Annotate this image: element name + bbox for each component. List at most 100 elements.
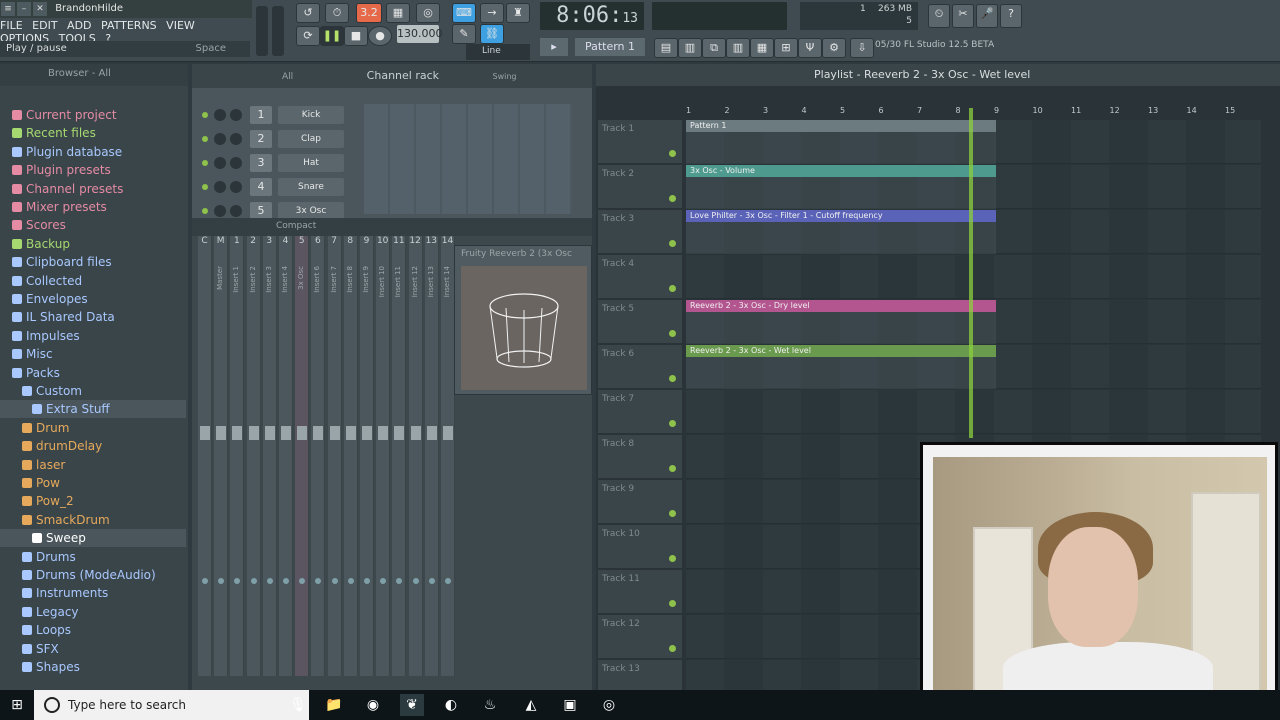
fader-handle[interactable] [232, 426, 243, 440]
browser-item[interactable]: Loops [0, 621, 186, 639]
track-header[interactable]: Track 1 [598, 120, 682, 164]
mixer-strip[interactable]: 7 Insert 7 [327, 236, 342, 676]
send-knob[interactable] [315, 578, 322, 584]
playlist-clip[interactable]: 3x Osc - Volume [686, 165, 996, 209]
browser-item[interactable]: Shapes [0, 658, 186, 676]
track-header[interactable]: Track 12 [598, 615, 682, 659]
track-mute-led[interactable] [669, 285, 676, 292]
send-knob[interactable] [234, 578, 241, 584]
channel-rack-icon[interactable]: ▦ [750, 38, 774, 58]
master-volume-slider[interactable] [256, 6, 268, 56]
volume-knob[interactable] [230, 205, 242, 217]
fader-handle[interactable] [200, 426, 210, 440]
browser-item[interactable]: Recent files [0, 124, 186, 142]
menu-patterns[interactable]: PATTERNS [101, 19, 157, 32]
mixer-strip[interactable]: 1 Insert 1 [230, 236, 245, 676]
song-mode-badge[interactable]: 3.2 [356, 3, 382, 23]
playlist-clip[interactable]: Pattern 1 [686, 120, 996, 164]
news-panel[interactable]: 05/30 FL Studio 12.5 BETA [875, 40, 1005, 56]
file-explorer-icon[interactable]: 📁 [322, 694, 346, 716]
close-icon[interactable]: ✕ [33, 2, 47, 16]
tempo-display[interactable]: 130.000 [397, 25, 443, 43]
song-time-display[interactable]: 8:06:13 [540, 2, 644, 30]
step-sequencer-grid[interactable] [364, 104, 572, 214]
minimize-icon[interactable]: – [17, 2, 31, 16]
download-icon[interactable]: ⇩ [850, 38, 874, 58]
browser-item[interactable]: Misc [0, 345, 186, 363]
loop-record-icon[interactable]: ◎ [416, 3, 440, 23]
channel-number[interactable]: 4 [250, 178, 272, 196]
track-header[interactable]: Track 2 [598, 165, 682, 209]
mixer-strip[interactable]: 8 Insert 8 [343, 236, 358, 676]
track-mute-led[interactable] [669, 240, 676, 247]
browser-item[interactable]: SmackDrum [0, 511, 186, 529]
channel-number[interactable]: 2 [250, 130, 272, 148]
channel-number[interactable]: 3 [250, 154, 272, 172]
menu-view[interactable]: VIEW [166, 19, 195, 32]
fader-handle[interactable] [216, 426, 227, 440]
volume-knob[interactable] [230, 157, 242, 169]
wait-input-icon[interactable]: ♜ [506, 3, 530, 23]
track-header[interactable]: Track 3 [598, 210, 682, 254]
app-icon-8[interactable]: ▣ [558, 694, 582, 716]
reeverb-plugin-window[interactable]: Fruity Reeverb 2 (3x Osc [454, 245, 592, 395]
microphone-icon[interactable]: 🎙 [286, 694, 310, 716]
obs-icon[interactable]: ◎ [597, 694, 621, 716]
channel-row[interactable]: 1 Kick [202, 106, 372, 126]
send-knob[interactable] [428, 578, 435, 584]
browser-item[interactable]: Plugin database [0, 143, 186, 161]
send-knob[interactable] [299, 578, 306, 584]
browser-item[interactable]: Mixer presets [0, 198, 186, 216]
link-icon[interactable]: ⛓ [480, 24, 504, 44]
send-knob[interactable] [396, 578, 403, 584]
playhead[interactable] [969, 108, 973, 438]
browser-item[interactable]: drumDelay [0, 437, 186, 455]
channel-active-led[interactable] [202, 160, 208, 166]
send-knob[interactable] [250, 578, 257, 584]
mixer-strip[interactable]: C [198, 236, 212, 676]
menu-file[interactable]: FILE [0, 19, 23, 32]
pattern-selector[interactable]: Pattern 1 [575, 38, 645, 56]
track-mute-led[interactable] [669, 420, 676, 427]
browser-item[interactable]: Drums (ModeAudio) [0, 566, 186, 584]
channel-number[interactable]: 1 [250, 106, 272, 124]
browser-item[interactable]: Packs [0, 364, 186, 382]
snap-selector[interactable]: Line [466, 44, 530, 60]
record-button[interactable]: ● [368, 26, 392, 46]
browser-item[interactable]: Clipboard files [0, 253, 186, 271]
browser-item[interactable]: Current project [0, 106, 186, 124]
browser-item[interactable]: Pow_2 [0, 492, 186, 510]
track-header[interactable]: Track 4 [598, 255, 682, 299]
browser-item[interactable]: SFX [0, 640, 186, 658]
pattern-prev-icon[interactable]: ▸ [540, 38, 568, 56]
fader-handle[interactable] [410, 426, 421, 440]
send-knob[interactable] [364, 578, 370, 584]
browser-icon[interactable]: ⧉ [702, 38, 726, 58]
taskbar-search[interactable]: Type here to search [34, 690, 309, 720]
send-knob[interactable] [202, 578, 208, 584]
fader-handle[interactable] [345, 426, 356, 440]
cpu-icon[interactable]: ⏲ [928, 4, 950, 28]
fader-handle[interactable] [378, 426, 389, 440]
channel-active-led[interactable] [202, 208, 208, 214]
reverb-visualizer[interactable] [461, 266, 587, 390]
playlist-clip[interactable]: Reeverb 2 - 3x Osc - Dry level [686, 300, 996, 344]
mixer-strip[interactable]: 3 Insert 3 [262, 236, 277, 676]
browser-item[interactable]: Custom [0, 382, 186, 400]
playlist-icon[interactable]: ▤ [654, 38, 678, 58]
fader-handle[interactable] [313, 426, 324, 440]
mixer-strip[interactable]: 6 Insert 6 [311, 236, 326, 676]
pan-knob[interactable] [214, 181, 226, 193]
typing-keyboard-icon[interactable]: ⌨ [452, 3, 476, 23]
browser-item[interactable]: Sweep [0, 529, 186, 548]
browser-item[interactable]: Impulses [0, 327, 186, 345]
steam-icon[interactable]: ♨ [478, 694, 502, 716]
track-mute-led[interactable] [669, 600, 676, 607]
mixer-strip[interactable]: 13 Insert 13 [424, 236, 439, 676]
track-mute-led[interactable] [669, 645, 676, 652]
track-header[interactable]: Track 5 [598, 300, 682, 344]
piano-roll-icon[interactable]: ▥ [678, 38, 702, 58]
unity-icon[interactable]: ◭ [519, 694, 543, 716]
help-icon[interactable]: ? [1000, 4, 1022, 28]
send-knob[interactable] [266, 578, 273, 584]
